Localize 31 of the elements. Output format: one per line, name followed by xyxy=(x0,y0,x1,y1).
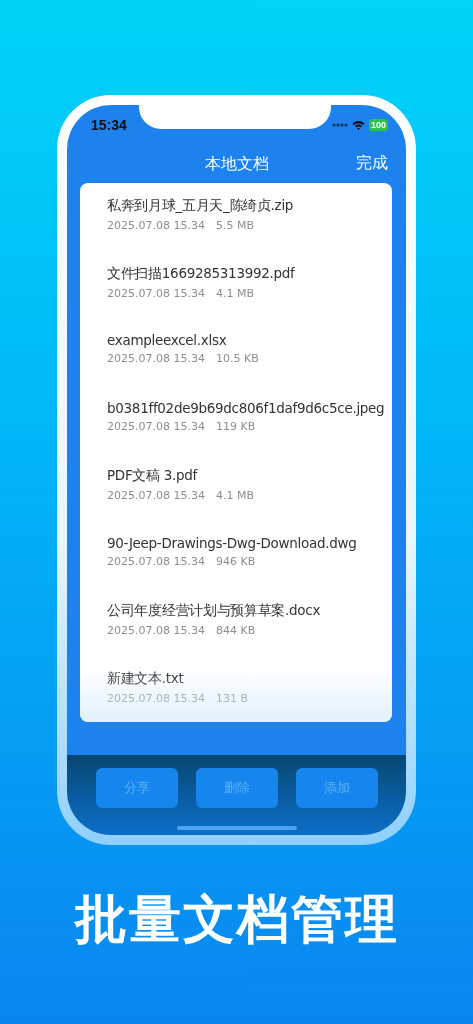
file-name[interactable]: 公司年度经营计划与预算草案.docx xyxy=(107,602,321,620)
file-date: 2025.07.08 15.34 xyxy=(107,489,205,502)
nav-title: 本地文档 xyxy=(204,153,269,175)
file-name[interactable]: 新建文本.txt xyxy=(107,669,184,688)
signal-icon xyxy=(331,123,348,127)
status-time: 15:34 xyxy=(91,117,127,133)
file-size: 844 KB xyxy=(215,624,256,637)
file-size: 5.5 MB xyxy=(215,219,254,232)
file-name[interactable]: 90-Jeep-Drawings-Dwg-Download.dwg xyxy=(107,534,357,551)
file-date: 2025.07.08 15.34 xyxy=(107,419,205,433)
wifi-icon xyxy=(351,120,365,130)
file-size: 4.1 MB xyxy=(215,489,254,502)
file-date: 2025.07.08 15.34 xyxy=(107,219,205,232)
file-date: 2025.07.08 15.34 xyxy=(107,624,205,637)
file-date: 2025.07.08 15.34 xyxy=(107,352,205,365)
file-size: 4.1 MB xyxy=(215,286,254,300)
file-date: 2025.07.08 15.34 xyxy=(107,691,205,705)
file-name[interactable]: PDF文稿 3.pdf xyxy=(107,467,198,485)
file-size: 10.5 KB xyxy=(215,352,259,365)
file-size: 131 B xyxy=(215,691,248,705)
done-button[interactable]: 完成 xyxy=(356,153,388,174)
file-size: 119 KB xyxy=(215,419,256,433)
file-date: 2025.07.08 15.34 xyxy=(107,286,205,300)
file-name[interactable]: exampleexcel.xlsx xyxy=(107,332,227,348)
file-name[interactable]: b0381ff02de9b69dc806f1daf9d6c5ce.jpeg xyxy=(107,399,385,416)
file-name[interactable]: 文件扫描1669285313992.pdf xyxy=(107,264,295,283)
file-size: 946 KB xyxy=(215,554,256,568)
file-date: 2025.07.08 15.34 xyxy=(107,554,205,568)
battery-level: 100 xyxy=(368,119,388,131)
headline: 批量文档管理 xyxy=(74,888,399,951)
file-name[interactable]: 私奔到月球_五月天_陈绮贞.zip xyxy=(107,197,294,215)
